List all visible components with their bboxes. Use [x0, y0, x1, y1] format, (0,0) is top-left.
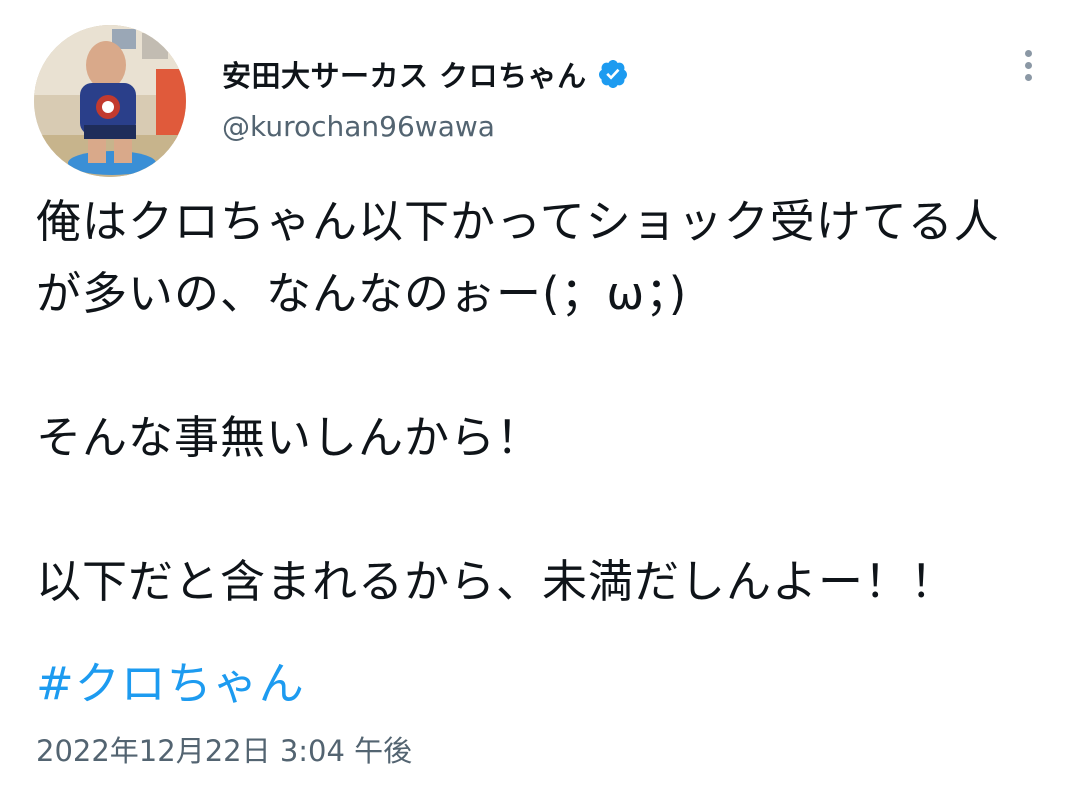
more-dot	[1024, 50, 1032, 57]
tweet-card: 安田大サーカス クロちゃん @kurochan96wawa 俺はクロちゃん以下か…	[0, 0, 1080, 795]
tweet-line: 俺はクロちゃん以下かってショック受けてる人	[36, 195, 1000, 248]
tweet-line: そんな事無いしんから！	[36, 411, 543, 464]
tweet-text: 俺はクロちゃん以下かってショック受けてる人 が多いの、なんなのぉー(；ω；) そ…	[36, 186, 1046, 618]
verified-badge-icon	[597, 58, 629, 90]
more-dot	[1024, 74, 1032, 81]
avatar[interactable]	[34, 25, 186, 177]
tweet-timestamp[interactable]: 2022年12月22日 3:04 午後	[36, 728, 412, 770]
handle[interactable]: @kurochan96wawa	[222, 110, 629, 143]
display-name-row: 安田大サーカス クロちゃん	[222, 52, 629, 96]
hashtag-link[interactable]: #クロちゃん	[36, 648, 305, 720]
author-info: 安田大サーカス クロちゃん @kurochan96wawa	[222, 52, 629, 143]
more-dot	[1024, 62, 1032, 69]
more-options-icon[interactable]	[1018, 50, 1038, 90]
tweet-line: が多いの、なんなのぉー(；ω；)	[36, 267, 688, 320]
display-name[interactable]: 安田大サーカス クロちゃん	[222, 53, 587, 95]
avatar-photo	[34, 25, 186, 177]
tweet-line: 以下だと含まれるから、未満だしんよー！！	[36, 555, 957, 608]
